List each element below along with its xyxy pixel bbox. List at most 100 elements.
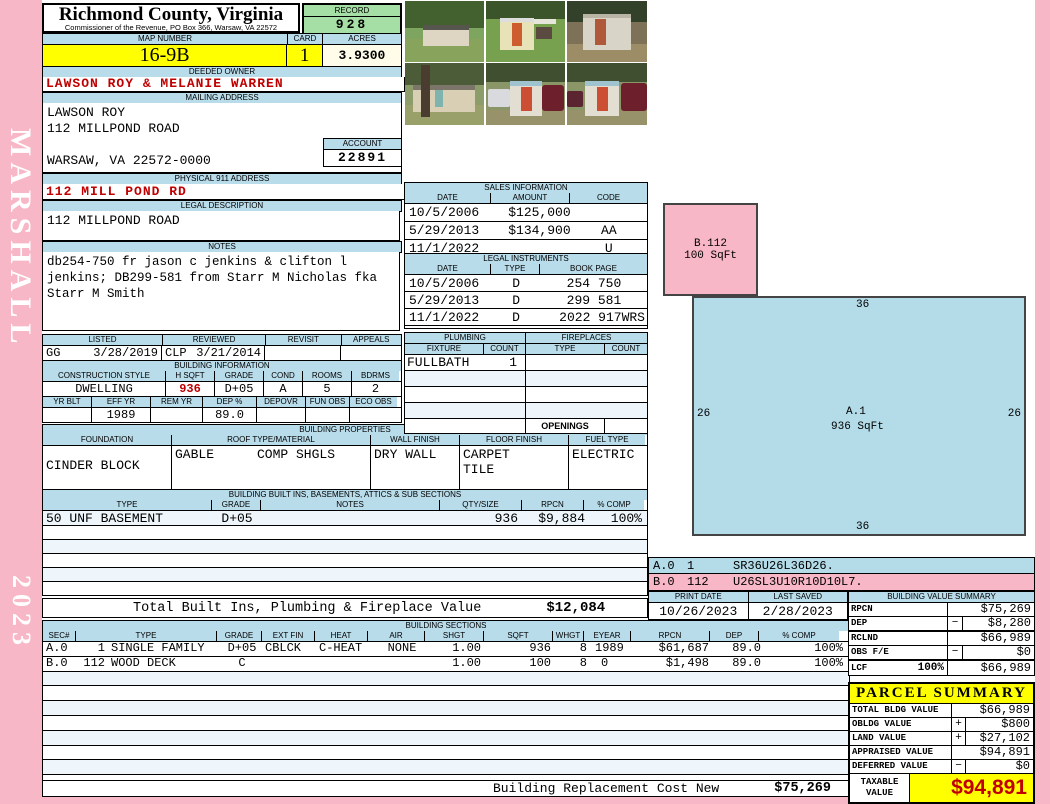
- hdr-bs-whgt: WHGT: [553, 631, 584, 641]
- replacement-label: Building Replacement Cost New: [493, 781, 720, 796]
- building-section-row-a: A.0 1 SINGLE FAMILY D+05 CBLCK C-HEAT NON…: [43, 641, 849, 657]
- sketch-legend-b: B.0 112 U26SL3U10R10D10L7.: [648, 574, 1035, 591]
- photo-suv: [621, 83, 647, 111]
- bvs-row-name: RCLND: [849, 632, 948, 645]
- photo-shed-door: [597, 87, 608, 111]
- bvs-row-name: OBS F/E: [849, 646, 948, 659]
- replacement-value: $75,269: [774, 781, 831, 796]
- li-type: D: [512, 292, 520, 308]
- built-ins-total-value: $12,084: [546, 600, 606, 616]
- property-photo-3[interactable]: [567, 1, 647, 62]
- li-date: 5/29/2013: [409, 292, 480, 308]
- property-photo-5[interactable]: [486, 63, 565, 125]
- hdr-dep: DEP %: [203, 397, 257, 407]
- hdr-wall-finish: WALL FINISH: [371, 435, 460, 445]
- sketch-a-area: 936 SqFt: [831, 421, 884, 433]
- listed-header: LISTED: [42, 334, 163, 346]
- built-ins-row: 50 UNF BASEMENT D+05 936 $9,884 100%: [43, 511, 647, 526]
- property-photo-4[interactable]: [405, 63, 484, 125]
- property-photo-1[interactable]: [405, 1, 484, 62]
- sales-row: 10/5/2006 $125,000: [405, 204, 647, 222]
- hdr-bi-grade: GRADE: [212, 500, 261, 510]
- built-ins-total-label: Total Built Ins, Plumbing & Fireplace Va…: [133, 600, 482, 616]
- hdr-bs-type: TYPE: [76, 631, 217, 641]
- bs-grade: C: [238, 655, 246, 670]
- bs-rpcn: $1,498: [665, 655, 709, 670]
- legal-instrument-row: 11/1/2022 D 2022 917WRS: [405, 309, 647, 326]
- map-number-value: 16-9B: [42, 45, 288, 67]
- hdr-bs-sec: SEC#: [43, 631, 76, 641]
- replacement-cost-row: Building Replacement Cost New $75,269: [42, 780, 850, 797]
- property-photo-2[interactable]: [486, 1, 565, 62]
- account-box: ACCOUNT 22891: [323, 138, 402, 167]
- photo-trees: [405, 63, 484, 85]
- acres-value: 3.9300: [322, 45, 402, 67]
- bvs-row-name: RPCN: [849, 603, 948, 616]
- fixture-type: FULLBATH: [407, 355, 470, 370]
- hdr-sales-amount: AMOUNT: [491, 193, 570, 203]
- last-saved-value: 2/28/2023: [748, 603, 848, 620]
- fireplaces-label: FIREPLACES: [526, 332, 648, 344]
- hdr-li-type: TYPE: [491, 264, 540, 274]
- bvs-row-value: $0: [1016, 645, 1031, 659]
- hdr-bs-shgt: SHGT: [425, 631, 484, 641]
- bs-sqft: 100: [529, 655, 551, 670]
- plumbing-box: PLUMBING FIXTURE COUNT FULLBATH 1: [404, 332, 526, 434]
- hdr-effyr: EFF YR: [92, 397, 151, 407]
- account-value: 22891: [323, 150, 402, 167]
- dep-override: [257, 408, 306, 422]
- reviewed-header: REVIEWED: [163, 334, 267, 346]
- legend-num: 1: [687, 558, 695, 573]
- listed-date: 3/28/2019: [93, 346, 158, 360]
- legal-description-value: 112 MILLPOND ROAD: [42, 211, 400, 241]
- property-photo-6[interactable]: [567, 63, 647, 125]
- bvs-row-value: $75,269: [980, 602, 1031, 616]
- bs-eyear: 0: [601, 655, 609, 670]
- fireplace-empty-row: [526, 371, 647, 387]
- bi-qty: 936: [494, 511, 518, 525]
- floor-finish-1: CARPET: [463, 447, 510, 462]
- bs-empty-row: [43, 701, 849, 716]
- photo-truck: [488, 89, 510, 107]
- bs-empty-row: [43, 730, 849, 746]
- ps-row-value: $800: [966, 718, 1033, 731]
- depreciation-pct: 89.0: [203, 408, 257, 422]
- heated-sqft: 936: [166, 382, 215, 396]
- remodel-year: [151, 408, 203, 422]
- hdr-bs-rpcn: RPCN: [631, 631, 710, 641]
- built-ins-empty-row: [43, 582, 647, 595]
- bs-empty-row: [43, 686, 849, 702]
- record-box: RECORD 928: [302, 3, 402, 33]
- ps-row-value: $0: [966, 760, 1033, 773]
- sketch-a-dim-right: 26: [1007, 408, 1021, 420]
- taxable-value-label: TAXABLE VALUE: [850, 774, 910, 802]
- sale-date: 10/5/2006: [409, 205, 480, 220]
- photo-trees: [567, 63, 647, 82]
- hdr-fixture: FIXTURE: [405, 344, 484, 354]
- hdr-ecoobs: ECO OBS: [350, 397, 397, 407]
- card-value: 1: [287, 45, 323, 67]
- hdr-grade: GRADE: [215, 371, 264, 381]
- sketch-b-area: 100 SqFt: [684, 249, 737, 262]
- print-date-label: PRINT DATE: [648, 591, 749, 603]
- record-value: 928: [304, 17, 400, 33]
- li-book: 254 750: [566, 275, 622, 291]
- bi-grade: D+05: [221, 511, 253, 525]
- bs-num: 1: [97, 641, 105, 655]
- year-built: [43, 408, 92, 422]
- parcel-summary-title: PARCEL SUMMARY: [856, 685, 1027, 701]
- built-ins-empty-row: [43, 540, 647, 554]
- li-book: 2022 917WRS: [559, 309, 645, 325]
- hdr-bs-grade: GRADE: [217, 631, 262, 641]
- bs-type: WOOD DECK: [111, 655, 176, 670]
- revisit-header: REVISIT: [266, 334, 342, 346]
- bs-num: 112: [83, 655, 105, 670]
- legend-num: 112: [687, 575, 709, 589]
- bs-heat: C-HEAT: [319, 641, 363, 655]
- ps-row-value: $27,102: [966, 732, 1033, 745]
- sketch-a-dim-bottom: 36: [856, 521, 870, 533]
- photo-house: [423, 25, 469, 46]
- fireplace-empty-row: [526, 355, 647, 371]
- sale-amount: $134,900: [508, 223, 571, 238]
- reviewed-date: 3/21/2014: [196, 346, 261, 360]
